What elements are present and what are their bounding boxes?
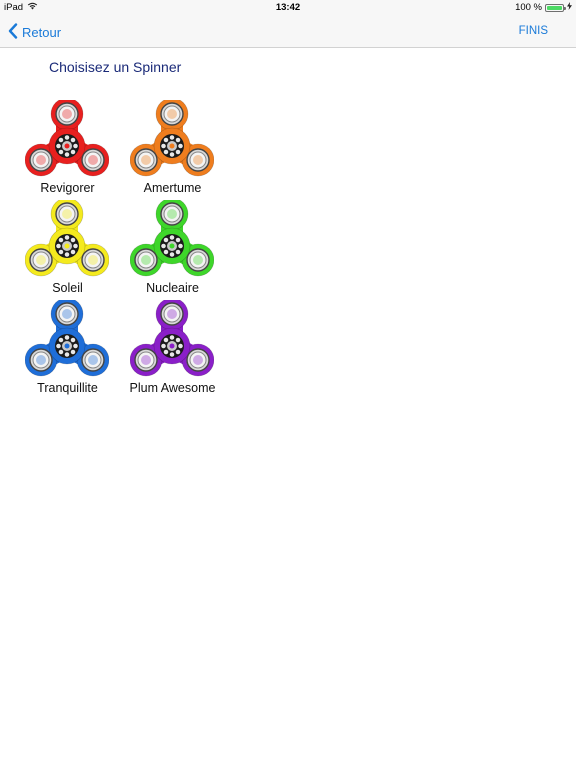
spinner-label: Plum Awesome xyxy=(129,381,216,395)
spinner-label: Tranquillite xyxy=(37,381,98,395)
page-title: Choisisez un Spinner xyxy=(49,59,182,75)
spinner-option-revigorer[interactable]: Revigorer xyxy=(20,100,115,200)
status-time: 13:42 xyxy=(275,2,301,13)
navigation-bar: Retour FINIS xyxy=(0,15,576,48)
battery-percent: 100 % xyxy=(515,2,542,13)
battery-level-fill xyxy=(547,5,562,10)
spinner-label: Amertume xyxy=(143,181,202,195)
spinner-option-soleil[interactable]: Soleil xyxy=(20,200,115,300)
spinner-option-plum-awesome[interactable]: Plum Awesome xyxy=(125,300,220,400)
spinner-option-tranquillite[interactable]: Tranquillite xyxy=(20,300,115,400)
spinner-option-amertume[interactable]: Amertume xyxy=(125,100,220,200)
spinner-label: Soleil xyxy=(52,281,83,295)
chevron-left-icon xyxy=(8,23,18,42)
fidget-spinner-icon xyxy=(130,100,214,177)
battery-icon xyxy=(545,3,566,12)
fidget-spinner-icon xyxy=(130,300,214,377)
status-bar: iPad 13:42 100 % xyxy=(0,0,576,15)
done-button[interactable]: FINIS xyxy=(519,25,548,37)
status-right: 100 % xyxy=(515,0,572,15)
fidget-spinner-icon xyxy=(25,200,109,277)
spinner-label: Nucleaire xyxy=(146,281,199,295)
back-button-label: Retour xyxy=(22,25,62,40)
spinner-label: Revigorer xyxy=(40,181,95,195)
fidget-spinner-icon xyxy=(130,200,214,277)
fidget-spinner-icon xyxy=(25,100,109,177)
charging-bolt-icon xyxy=(567,0,572,15)
back-button[interactable]: Retour xyxy=(8,23,61,42)
fidget-spinner-icon xyxy=(25,300,109,377)
spinner-option-nucleaire[interactable]: Nucleaire xyxy=(125,200,220,300)
